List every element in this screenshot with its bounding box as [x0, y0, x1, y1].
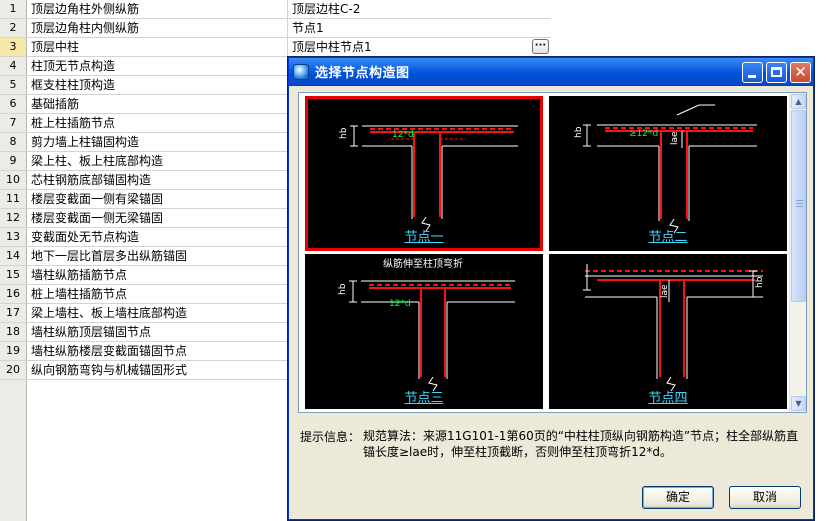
- close-icon: ✕: [794, 63, 807, 81]
- scroll-thumb[interactable]: [791, 110, 806, 302]
- property-name: 桩上柱插筋节点: [27, 114, 288, 132]
- row-number: 10: [0, 171, 27, 189]
- grid-row[interactable]: 2 顶层边角柱内侧纵筋 节点1: [0, 19, 551, 38]
- property-name: 框支柱柱顶构造: [27, 76, 288, 94]
- row-number: 16: [0, 285, 27, 303]
- property-name: 顶层中柱: [27, 38, 288, 56]
- property-name: 楼层变截面一侧无梁锚固: [27, 209, 288, 227]
- hb-label: hb: [339, 127, 349, 139]
- property-value-text: 顶层边柱C-2: [292, 2, 361, 16]
- property-name: 楼层变截面一侧有梁锚固: [27, 190, 288, 208]
- ok-button[interactable]: 确定: [642, 486, 714, 509]
- dim-label: 12*d: [392, 130, 414, 140]
- tile-caption: 节点二: [648, 230, 688, 245]
- row-number: 5: [0, 76, 27, 94]
- lae-label: lae: [670, 131, 680, 145]
- row-number: 9: [0, 152, 27, 170]
- lae-label: lae: [660, 284, 670, 298]
- tile-caption: 节点一: [404, 230, 444, 245]
- node-tile-4[interactable]: hb lae 节点四: [549, 254, 787, 409]
- property-name: 梁上墙柱、板上墙柱底部构造: [27, 304, 288, 322]
- property-value[interactable]: 顶层中柱节点1 ···: [288, 38, 551, 56]
- node-tile-2[interactable]: hb ≥12*d lae 节点二: [549, 96, 787, 251]
- dim-label: ≥12*d: [629, 129, 658, 139]
- property-value[interactable]: 节点1: [288, 19, 551, 37]
- row-number: 3: [0, 38, 27, 56]
- property-value[interactable]: 顶层边柱C-2: [288, 0, 551, 18]
- hint-label: 提示信息：: [300, 430, 361, 444]
- close-button[interactable]: ✕: [790, 62, 811, 83]
- cancel-button[interactable]: 取消: [729, 486, 801, 509]
- row-number: 6: [0, 95, 27, 113]
- dialog-titlebar[interactable]: 选择节点构造图: [289, 58, 813, 86]
- row-number: 8: [0, 133, 27, 151]
- property-name: 墙柱纵筋顶层锚固节点: [27, 323, 288, 341]
- tile-caption: 节点三: [404, 391, 444, 406]
- hb-label: hb: [338, 283, 348, 295]
- row-number: 1: [0, 0, 27, 18]
- row-number: 20: [0, 361, 27, 379]
- property-name: 墙柱纵筋插筋节点: [27, 266, 288, 284]
- node-tile-1[interactable]: hb 12*d 节点一: [305, 96, 543, 251]
- scroll-up-arrow-icon[interactable]: ▲: [791, 94, 806, 109]
- property-name: 剪力墙上柱锚固构造: [27, 133, 288, 151]
- dim-label: 12*d: [389, 299, 411, 309]
- hint-text: 规范算法：来源11G101-1第60页的“中柱柱顶纵向钢筋构造”节点；柱全部纵筋…: [363, 429, 799, 459]
- gallery-scrollbar[interactable]: ▲ ▼: [789, 93, 806, 412]
- row-number: 2: [0, 19, 27, 37]
- row-number: 7: [0, 114, 27, 132]
- property-name: 桩上墙柱插筋节点: [27, 285, 288, 303]
- hb-label: hb: [574, 126, 584, 138]
- property-name: 柱顶无节点构造: [27, 57, 288, 75]
- row-number: 15: [0, 266, 27, 284]
- maximize-button[interactable]: [766, 62, 787, 83]
- node-tile-3[interactable]: 纵筋伸至柱顶弯折 hb 12*d 节点三: [305, 254, 543, 409]
- minimize-icon: [748, 75, 756, 78]
- maximize-icon: [771, 67, 782, 77]
- property-name: 地下一层比首层多出纵筋锚固: [27, 247, 288, 265]
- row-number: 11: [0, 190, 27, 208]
- property-name: 纵向钢筋弯钩与机械锚固形式: [27, 361, 288, 379]
- row-number: 19: [0, 342, 27, 360]
- app-icon: [293, 63, 309, 80]
- property-name: 变截面处无节点构造: [27, 228, 288, 246]
- row-number: 18: [0, 323, 27, 341]
- row-number: 17: [0, 304, 27, 322]
- property-value-text: 顶层中柱节点1: [292, 40, 372, 54]
- hb-label: hb: [755, 276, 765, 288]
- row-number: 12: [0, 209, 27, 227]
- dialog-title: 选择节点构造图: [315, 66, 410, 81]
- property-value-text: 节点1: [292, 21, 324, 35]
- property-name: 芯柱钢筋底部锚固构造: [27, 171, 288, 189]
- grid-row[interactable]: 1 顶层边角柱外侧纵筋 顶层边柱C-2: [0, 0, 551, 19]
- tile-caption: 节点四: [648, 391, 688, 406]
- property-name: 梁上柱、板上柱底部构造: [27, 152, 288, 170]
- property-name: 墙柱纵筋楼层变截面锚固节点: [27, 342, 288, 360]
- row-number: 14: [0, 247, 27, 265]
- minimize-button[interactable]: [742, 62, 763, 83]
- property-name: 顶层边角柱外侧纵筋: [27, 0, 288, 18]
- property-name: 顶层边角柱内侧纵筋: [27, 19, 288, 37]
- ellipsis-button[interactable]: ···: [532, 39, 549, 54]
- scroll-down-arrow-icon[interactable]: ▼: [791, 396, 806, 411]
- row-number: 13: [0, 228, 27, 246]
- row-number: 4: [0, 57, 27, 75]
- tile-top-note: 纵筋伸至柱顶弯折: [383, 257, 463, 270]
- grid-row[interactable]: 3 顶层中柱 顶层中柱节点1 ···: [0, 38, 551, 57]
- row-header-strip: [0, 380, 27, 521]
- select-node-dialog: 选择节点构造图 ✕ hb 12*d 节点一 hb ≥12*d lae 节点二 纵…: [288, 57, 814, 520]
- property-name: 基础插筋: [27, 95, 288, 113]
- node-gallery: hb 12*d 节点一 hb ≥12*d lae 节点二 纵筋伸至柱顶弯折 hb…: [298, 92, 807, 413]
